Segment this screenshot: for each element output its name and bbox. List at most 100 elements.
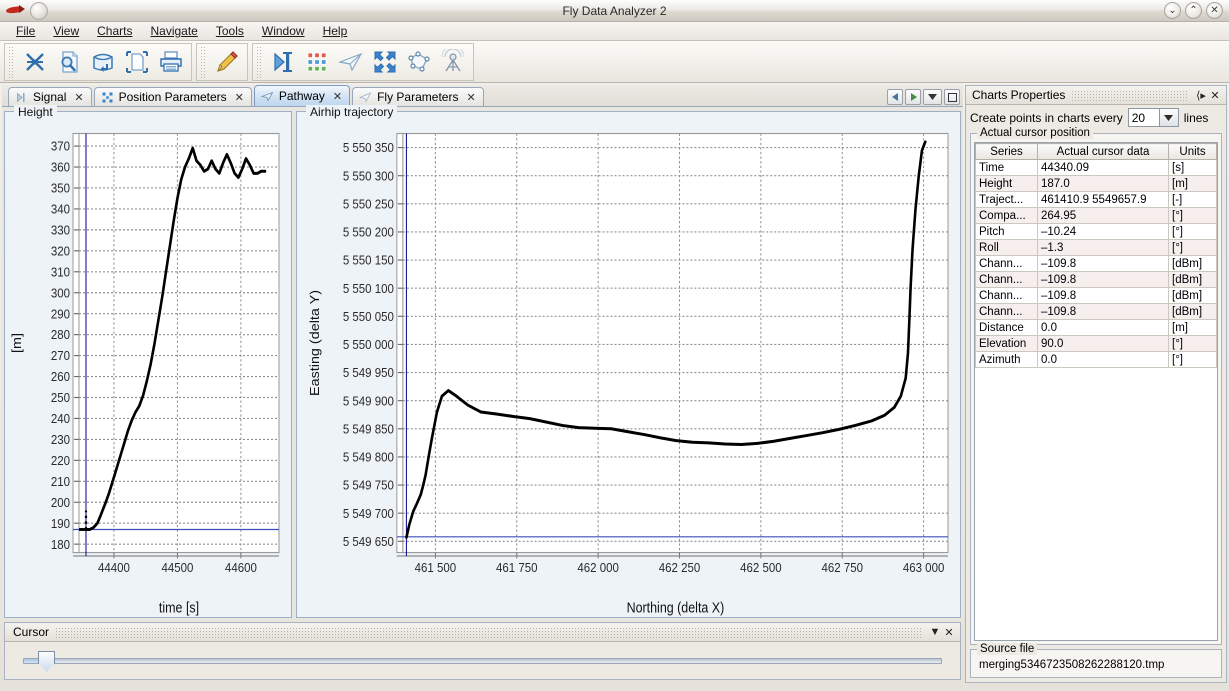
edit-pencil-icon[interactable]: [210, 45, 244, 79]
menu-file[interactable]: File: [8, 22, 43, 40]
cursor-close-icon[interactable]: ✕: [942, 625, 956, 639]
tab-close-icon[interactable]: ✕: [235, 91, 244, 104]
menu-help[interactable]: Help: [315, 22, 356, 40]
svg-text:240: 240: [51, 411, 70, 426]
drag-dots-icon[interactable]: [55, 627, 922, 638]
tab-signal[interactable]: Signal ✕: [8, 87, 92, 106]
create-points-spinner[interactable]: [1128, 108, 1179, 127]
cell-series: Chann...: [976, 256, 1038, 272]
tab-close-icon[interactable]: ✕: [74, 91, 83, 104]
cell-units: [°]: [1169, 336, 1217, 352]
import-icon[interactable]: [86, 45, 120, 79]
toolbar-grip-icon[interactable]: [8, 46, 15, 78]
cursor-slider-thumb[interactable]: [38, 651, 55, 672]
table-row[interactable]: Pitch–10.24[°]: [976, 224, 1217, 240]
cell-value: 0.0: [1038, 352, 1169, 368]
properties-float-icon[interactable]: ⟨▸: [1194, 88, 1208, 102]
tab-fly-parameters[interactable]: Fly Parameters ✕: [352, 87, 484, 106]
position-parameters-icon[interactable]: [300, 45, 334, 79]
print-icon[interactable]: [154, 45, 188, 79]
svg-text:330: 330: [51, 223, 70, 238]
table-row[interactable]: Chann...–109.8[dBm]: [976, 272, 1217, 288]
table-row[interactable]: Chann...–109.8[dBm]: [976, 256, 1217, 272]
antenna-icon[interactable]: [436, 45, 470, 79]
col-header-data[interactable]: Actual cursor data: [1038, 144, 1169, 160]
svg-text:462 750: 462 750: [822, 560, 864, 575]
table-row[interactable]: Chann...–109.8[dBm]: [976, 288, 1217, 304]
minimize-button[interactable]: ⌄: [1164, 2, 1181, 19]
svg-text:190: 190: [51, 516, 70, 531]
menu-charts[interactable]: Charts: [89, 22, 140, 40]
cell-series: Compa...: [976, 208, 1038, 224]
table-row[interactable]: Traject...461410.9 5549657.9[-]: [976, 192, 1217, 208]
maximize-tab-button[interactable]: [944, 89, 960, 105]
svg-text:230: 230: [51, 432, 70, 447]
preview-document-icon[interactable]: [52, 45, 86, 79]
page-setup-icon[interactable]: [120, 45, 154, 79]
cell-series: Azimuth: [976, 352, 1038, 368]
table-row[interactable]: Compa...264.95[°]: [976, 208, 1217, 224]
svg-text:260: 260: [51, 369, 70, 384]
cell-value: 0.0: [1038, 320, 1169, 336]
table-row[interactable]: Chann...–109.8[dBm]: [976, 304, 1217, 320]
properties-close-icon[interactable]: ✕: [1208, 88, 1222, 102]
tab-close-icon[interactable]: ✕: [466, 91, 475, 104]
chevron-down-icon[interactable]: [1159, 109, 1178, 126]
cursor-slider-area[interactable]: [5, 642, 960, 679]
svg-text:462 250: 462 250: [659, 560, 701, 575]
tab-list-dropdown-button[interactable]: [923, 89, 942, 105]
svg-text:290: 290: [51, 307, 70, 322]
pathway-icon[interactable]: [334, 45, 368, 79]
cursor-minimize-icon[interactable]: ▼: [928, 625, 942, 639]
tab-position-parameters[interactable]: Position Parameters ✕: [94, 87, 252, 106]
col-header-series[interactable]: Series: [976, 144, 1038, 160]
polygon-icon[interactable]: [402, 45, 436, 79]
cursor-slider-track[interactable]: [23, 658, 942, 664]
toolbar-grip-icon[interactable]: [200, 46, 207, 78]
cell-units: [°]: [1169, 208, 1217, 224]
open-data-icon[interactable]: [18, 45, 52, 79]
menu-view[interactable]: View: [45, 22, 87, 40]
menu-window[interactable]: Window: [254, 22, 313, 40]
tab-pathway[interactable]: Pathway ✕: [254, 85, 350, 106]
trajectory-chart-svg[interactable]: 5 549 6505 549 7005 549 7505 549 8005 54…: [297, 122, 960, 617]
cell-value: –109.8: [1038, 256, 1169, 272]
tab-label: Pathway: [279, 89, 325, 103]
table-row[interactable]: Roll–1.3[°]: [976, 240, 1217, 256]
svg-text:360: 360: [51, 160, 70, 175]
table-row[interactable]: Elevation90.0[°]: [976, 336, 1217, 352]
table-row[interactable]: Azimuth0.0[°]: [976, 352, 1217, 368]
menu-navigate[interactable]: Navigate: [142, 22, 205, 40]
maximize-button[interactable]: ⌃: [1185, 2, 1202, 19]
tab-label: Position Parameters: [119, 90, 227, 104]
create-points-input[interactable]: [1129, 109, 1159, 126]
create-points-label: Create points in charts every: [970, 111, 1123, 125]
properties-column: Charts Properties ⟨▸ ✕ Create points in …: [965, 85, 1227, 683]
svg-text:463 000: 463 000: [903, 560, 945, 575]
tab-close-icon[interactable]: ✕: [333, 90, 342, 103]
table-row[interactable]: Time44340.09[s]: [976, 160, 1217, 176]
toolbar-grip-icon[interactable]: [256, 46, 263, 78]
signal-icon[interactable]: [266, 45, 300, 79]
svg-text:5 550 250: 5 550 250: [343, 197, 394, 212]
cell-units: [-]: [1169, 192, 1217, 208]
toolbar-group-file: [4, 43, 192, 81]
height-chart-svg[interactable]: 1801902002102202302402502602702802903003…: [5, 122, 291, 617]
table-row[interactable]: Height187.0[m]: [976, 176, 1217, 192]
tab-label: Fly Parameters: [377, 90, 458, 104]
fit-to-view-icon[interactable]: [368, 45, 402, 79]
scroll-tabs-left-button[interactable]: [887, 89, 903, 105]
cell-value: 44340.09: [1038, 160, 1169, 176]
svg-text:180: 180: [51, 537, 70, 552]
trajectory-plot-area[interactable]: 5 549 6505 549 7005 549 7505 549 8005 54…: [297, 122, 960, 617]
cell-value: –1.3: [1038, 240, 1169, 256]
scroll-tabs-right-button[interactable]: [905, 89, 921, 105]
drag-dots-icon[interactable]: [1071, 90, 1188, 101]
menu-tools[interactable]: Tools: [208, 22, 252, 40]
cell-units: [dBm]: [1169, 272, 1217, 288]
close-button[interactable]: ✕: [1206, 2, 1223, 19]
col-header-units[interactable]: Units: [1169, 144, 1217, 160]
cursor-table-scroll[interactable]: Series Actual cursor data Units Time4434…: [974, 142, 1218, 641]
height-plot-area[interactable]: 1801902002102202302402502602702802903003…: [5, 122, 291, 617]
table-row[interactable]: Distance0.0[m]: [976, 320, 1217, 336]
